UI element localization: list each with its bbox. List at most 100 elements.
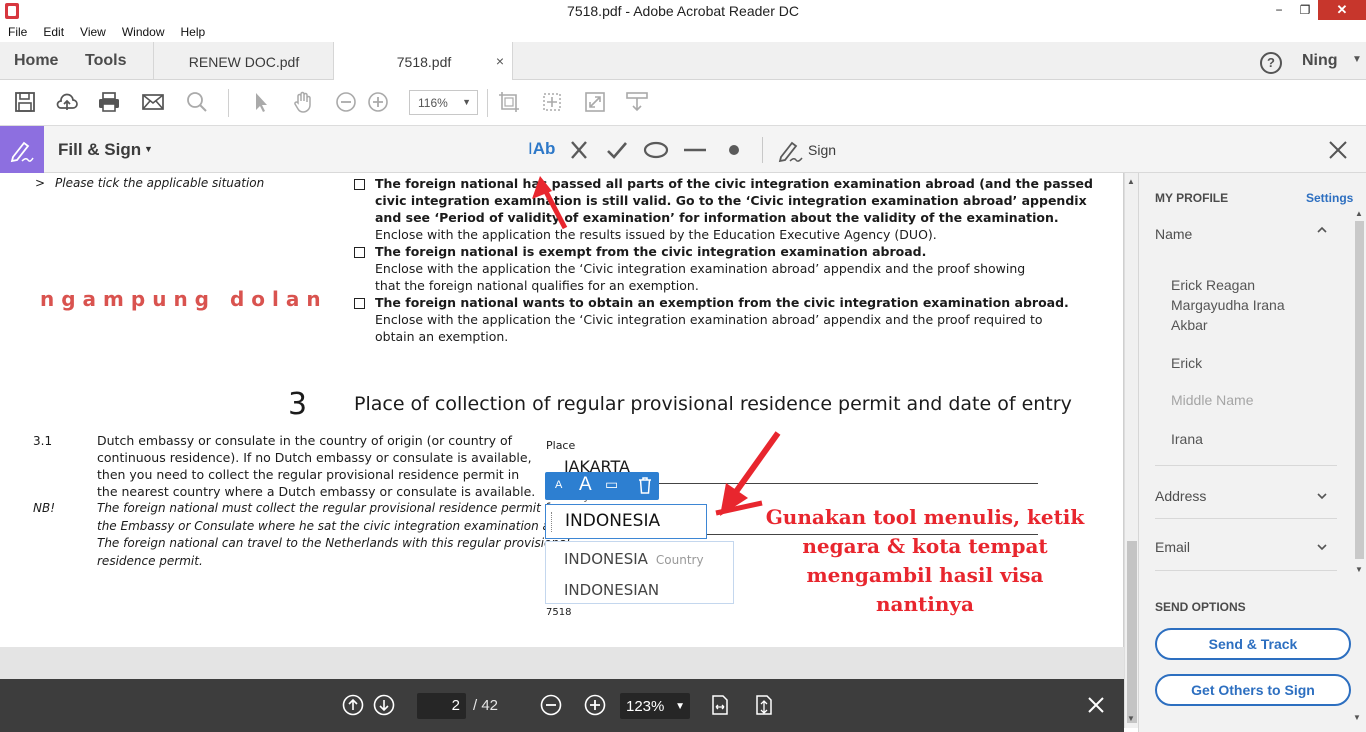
increase-font-icon[interactable]: A [579, 474, 592, 496]
zoom-out-icon[interactable] [334, 90, 358, 114]
country-text-field[interactable]: INDONESIA [545, 504, 707, 539]
option1-checkbox[interactable] [354, 179, 365, 190]
menu-file[interactable]: File [0, 22, 35, 42]
scroll-mode-icon[interactable] [625, 90, 649, 114]
tab-tools[interactable]: Tools [85, 52, 126, 70]
circle-tool-icon[interactable] [642, 137, 670, 163]
upload-cloud-icon[interactable] [55, 90, 79, 114]
pen-signature-icon [10, 141, 34, 163]
get-others-to-sign-button[interactable]: Get Others to Sign [1155, 674, 1351, 706]
document-page[interactable]: > Please tick the applicable situation T… [0, 173, 1124, 647]
tab-renew-doc[interactable]: RENEW DOC.pdf [153, 42, 333, 80]
fit-page-icon[interactable] [540, 90, 564, 114]
tab-7518[interactable]: 7518.pdf × [333, 42, 513, 81]
close-window-button[interactable]: ✕ [1318, 0, 1366, 20]
maximize-button[interactable]: ❐ [1292, 0, 1318, 20]
menu-window[interactable]: Window [114, 22, 173, 42]
page-number-input[interactable]: 2 [417, 693, 466, 719]
chevron-down-icon[interactable] [1316, 489, 1328, 501]
option3-text: Enclose with the application the ‘Civic … [375, 311, 1043, 345]
crop-pages-icon[interactable] [497, 90, 521, 114]
name-section-label[interactable]: Name [1155, 226, 1192, 242]
menu-bar: File Edit View Window Help [0, 22, 1366, 42]
document-scrollbar[interactable]: ▲ ▼ [1124, 173, 1138, 728]
profile-scrollbar[interactable]: ▲ ▼ [1353, 209, 1365, 579]
scroll-down-icon[interactable]: ▼ [1127, 714, 1135, 723]
zoom-in-icon[interactable] [584, 694, 606, 716]
next-page-icon[interactable] [373, 694, 395, 716]
help-icon[interactable]: ? [1260, 52, 1282, 74]
suggestion-item[interactable]: INDONESIA Country [564, 550, 704, 568]
user-account[interactable]: Ning [1302, 52, 1338, 70]
fit-width-icon[interactable] [709, 694, 731, 716]
scroll-down-icon[interactable]: ▼ [1353, 713, 1361, 722]
option2-line: that the foreign national qualifies for … [375, 278, 699, 293]
close-navigation-icon[interactable] [1086, 695, 1106, 715]
zoom-level-select[interactable]: 123% ▼ [620, 693, 690, 719]
page-total: / 42 [473, 697, 499, 714]
email-icon[interactable] [141, 90, 165, 114]
scroll-up-icon[interactable]: ▲ [1355, 209, 1363, 218]
chevron-down-icon[interactable]: ▼ [1352, 54, 1362, 65]
scroll-up-icon[interactable]: ▲ [1127, 177, 1135, 186]
previous-page-icon[interactable] [342, 694, 364, 716]
scroll-thumb[interactable] [1127, 541, 1137, 723]
suggestion-text: INDONESIAN [564, 581, 660, 599]
item-line: continuous residence). If no Dutch embas… [97, 450, 532, 465]
option2-line: Enclose with the application the ‘Civic … [375, 261, 1026, 276]
scroll-down-icon[interactable]: ▼ [1355, 565, 1363, 574]
comb-field-icon[interactable]: ▭ [605, 476, 618, 493]
nb-line: the Embassy or Consulate where he sat th… [97, 518, 589, 533]
address-section-label[interactable]: Address [1155, 488, 1206, 504]
zoom-in-icon[interactable] [366, 90, 390, 114]
fit-page-icon[interactable] [753, 694, 775, 716]
zoom-level-select[interactable]: 116% ▼ [409, 90, 478, 115]
option1-line: and see ‘Period of validity of examinati… [375, 210, 1059, 225]
trash-icon[interactable] [637, 476, 653, 494]
chevron-down-icon[interactable] [1316, 540, 1328, 552]
line-tool-icon[interactable] [681, 137, 709, 163]
profile-middle-name[interactable]: Middle Name [1171, 392, 1253, 408]
cross-mark-icon[interactable] [565, 137, 593, 163]
scroll-thumb[interactable] [1355, 221, 1364, 559]
chevron-down-icon[interactable]: ▼ [144, 144, 153, 154]
tab-bar: Home Tools RENEW DOC.pdf 7518.pdf × [0, 42, 1366, 81]
profile-full-name[interactable]: Erick Reagan Margayudha Irana Akbar [1171, 275, 1285, 335]
select-arrow-icon[interactable] [249, 90, 273, 114]
add-text-tool[interactable]: IAb [528, 139, 555, 159]
section-number: 3 [288, 387, 308, 422]
profile-first-name[interactable]: Erick [1171, 353, 1202, 373]
search-icon[interactable] [185, 90, 209, 114]
suggestion-item[interactable]: INDONESIAN [564, 581, 659, 599]
sign-button-label[interactable]: Sign [808, 142, 836, 158]
close-fill-sign-icon[interactable] [1326, 138, 1350, 162]
settings-link[interactable]: Settings [1306, 191, 1353, 205]
decrease-font-icon[interactable]: A [555, 479, 562, 491]
hand-icon[interactable] [291, 90, 315, 114]
suggestion-tag: Country [655, 553, 704, 567]
print-icon[interactable] [97, 90, 121, 114]
sign-pen-icon[interactable] [776, 137, 804, 163]
tick-marker: > [35, 176, 46, 190]
email-section-label[interactable]: Email [1155, 539, 1190, 555]
menu-edit[interactable]: Edit [35, 22, 72, 42]
close-tab-button[interactable]: × [496, 53, 504, 69]
zoom-out-icon[interactable] [540, 694, 562, 716]
send-track-button[interactable]: Send & Track [1155, 628, 1351, 660]
option2-checkbox[interactable] [354, 247, 365, 258]
tab-home[interactable]: Home [14, 52, 58, 70]
fill-sign-title[interactable]: Fill & Sign [58, 140, 141, 160]
save-icon[interactable] [13, 90, 37, 114]
menu-help[interactable]: Help [173, 22, 214, 42]
chevron-up-icon[interactable] [1316, 223, 1328, 235]
full-screen-icon[interactable] [583, 90, 607, 114]
dot-tool-icon[interactable] [720, 137, 748, 163]
menu-view[interactable]: View [72, 22, 114, 42]
option3-checkbox[interactable] [354, 298, 365, 309]
checkmark-icon[interactable] [603, 137, 631, 163]
divider [1155, 465, 1337, 466]
nb-line: The foreign national can travel to the N… [97, 536, 570, 550]
watermark-text: ngampung dolan [40, 287, 328, 311]
minimize-button[interactable]: − [1266, 0, 1292, 20]
profile-last-name[interactable]: Irana [1171, 429, 1203, 449]
